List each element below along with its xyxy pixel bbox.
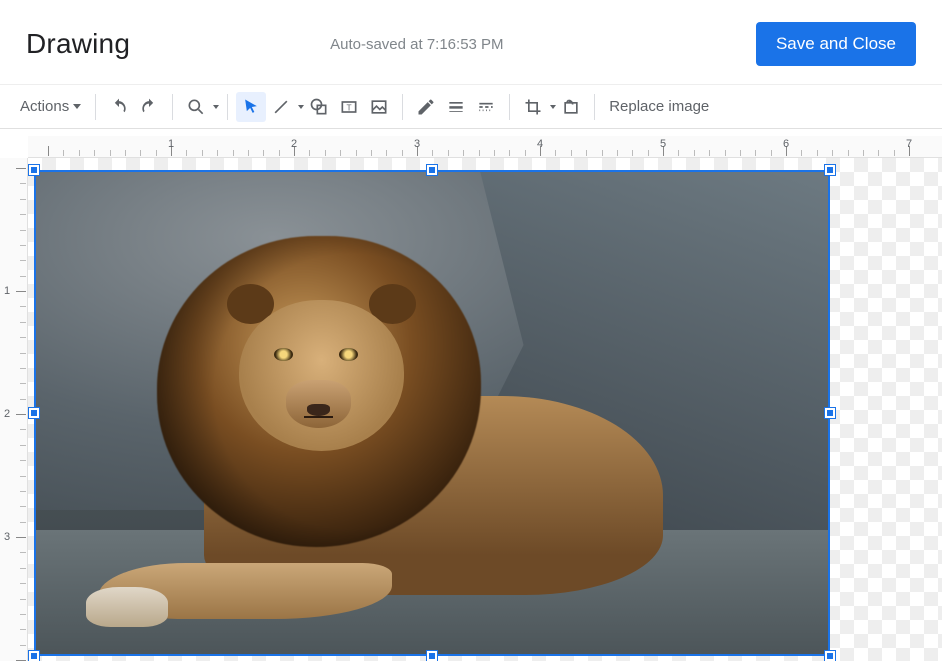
horizontal-ruler[interactable]: 1 2 3 4 5 6 7 [28,136,942,158]
vertical-ruler[interactable]: 1 2 3 [0,158,28,661]
autosave-status: Auto-saved at 7:16:53 PM [330,36,503,53]
ruler-number: 3 [414,138,420,150]
resize-handle-tr[interactable] [825,165,835,175]
ruler-number: 1 [168,138,174,150]
resize-handle-l[interactable] [29,408,39,418]
cursor-icon [241,97,261,117]
border-color-button[interactable] [411,92,441,122]
reset-image-icon [561,97,581,117]
drawing-toolbar: Actions T [0,85,942,129]
image-content [34,170,830,656]
chevron-down-icon[interactable] [213,105,219,109]
separator [227,94,228,120]
ruler-number: 4 [537,138,543,150]
ruler-number: 2 [4,408,10,420]
border-weight-button[interactable] [441,92,471,122]
shape-tool[interactable] [304,92,334,122]
select-tool[interactable] [236,92,266,122]
ruler-number: 7 [906,138,912,150]
actions-label: Actions [20,98,69,115]
reset-image-button[interactable] [556,92,586,122]
canvas-area: 1 2 3 4 5 6 7 1 2 3 [0,136,942,661]
replace-image-label: Replace image [609,98,709,115]
save-and-close-button[interactable]: Save and Close [756,22,916,66]
pencil-icon [416,97,436,117]
ruler-number: 5 [660,138,666,150]
redo-button[interactable] [134,92,164,122]
drawing-canvas[interactable] [28,158,942,661]
undo-button[interactable] [104,92,134,122]
textbox-icon: T [339,97,359,117]
line-tool[interactable] [266,92,296,122]
border-dash-button[interactable] [471,92,501,122]
resize-handle-bl[interactable] [29,651,39,661]
replace-image-button[interactable]: Replace image [603,98,715,115]
resize-handle-b[interactable] [427,651,437,661]
line-dash-icon [476,97,496,117]
line-weight-icon [446,97,466,117]
chevron-down-icon [73,104,81,109]
crop-icon [523,97,543,117]
image-icon [369,97,389,117]
dialog-title: Drawing [26,28,130,60]
zoom-icon [186,97,206,117]
ruler-number: 6 [783,138,789,150]
undo-icon [109,97,129,117]
textbox-tool[interactable]: T [334,92,364,122]
separator [172,94,173,120]
ruler-number: 3 [4,531,10,543]
line-icon [271,97,291,117]
actions-menu[interactable]: Actions [14,98,87,115]
ruler-number: 2 [291,138,297,150]
selected-image[interactable] [34,170,830,656]
separator [402,94,403,120]
ruler-number: 1 [4,285,10,297]
redo-icon [139,97,159,117]
separator [509,94,510,120]
image-tool[interactable] [364,92,394,122]
crop-button[interactable] [518,92,548,122]
separator [594,94,595,120]
separator [95,94,96,120]
resize-handle-br[interactable] [825,651,835,661]
svg-text:T: T [347,102,352,112]
dialog-header: Drawing Auto-saved at 7:16:53 PM Save an… [0,0,942,85]
resize-handle-r[interactable] [825,408,835,418]
shape-icon [309,97,329,117]
resize-handle-t[interactable] [427,165,437,175]
resize-handle-tl[interactable] [29,165,39,175]
zoom-button[interactable] [181,92,211,122]
